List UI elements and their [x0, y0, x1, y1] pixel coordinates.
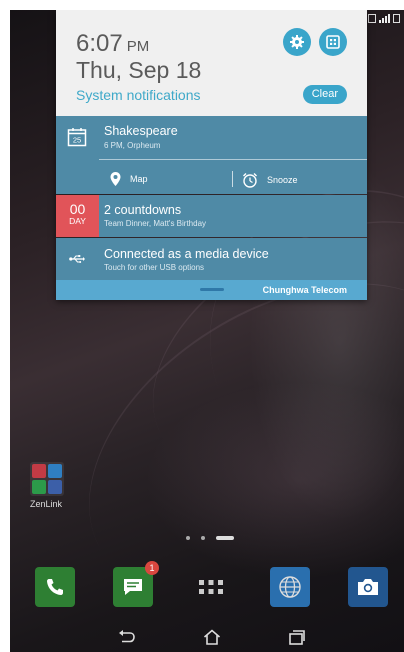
settings-button[interactable]	[283, 28, 311, 56]
recent-apps-button[interactable]	[282, 626, 312, 648]
navigation-bar	[10, 622, 404, 652]
page-dot[interactable]	[186, 536, 190, 540]
notification-title: Shakespeare	[104, 124, 178, 138]
status-bar	[368, 12, 400, 24]
gear-icon	[290, 35, 304, 49]
home-button[interactable]	[197, 626, 227, 648]
back-button[interactable]	[112, 626, 142, 648]
snooze-action-button[interactable]: Snooze	[242, 172, 298, 188]
messages-app[interactable]: 1	[113, 561, 159, 607]
unread-badge: 1	[145, 561, 159, 575]
notification-shade: 6:07PM Thu, Sep 18 System notifications	[56, 10, 367, 300]
zenlink-folder[interactable]: ZenLink	[30, 462, 68, 509]
calendar-day: 25	[73, 136, 81, 145]
folder-icon	[30, 462, 64, 496]
action-separator	[232, 171, 233, 187]
clear-button[interactable]: Clear	[302, 85, 347, 104]
camera-icon	[358, 579, 378, 595]
phone-app[interactable]	[35, 567, 75, 607]
usb-icon	[56, 238, 98, 280]
notification-subtitle: 6 PM, Orpheum	[104, 141, 161, 150]
page-dot-active[interactable]	[216, 536, 234, 540]
countdown-number: 00	[69, 201, 86, 217]
shade-footer: Chunghwa Telecom	[56, 280, 367, 300]
message-icon	[124, 579, 142, 595]
signal-icon	[379, 13, 390, 23]
phone-icon	[47, 579, 63, 595]
globe-icon	[279, 576, 301, 598]
notification-subtitle: Touch for other USB options	[104, 263, 205, 272]
time-ampm: PM	[126, 38, 150, 55]
notification-countdown[interactable]: 00 DAY 2 countdowns Team Dinner, Matt's …	[56, 195, 367, 237]
countdown-badge: 00 DAY	[56, 195, 99, 237]
notification-box-icon	[368, 13, 376, 23]
notification-title: 2 countdowns	[104, 203, 182, 217]
notification-title: Connected as a media device	[104, 247, 269, 261]
battery-icon	[393, 13, 400, 23]
shade-header: 6:07PM Thu, Sep 18 System notifications	[56, 10, 367, 116]
notification-subtitle: Team Dinner, Matt's Birthday	[104, 219, 207, 228]
drag-handle[interactable]	[200, 288, 224, 291]
alarm-clock-icon	[243, 173, 257, 188]
clock-date: Thu, Sep 18	[76, 57, 202, 83]
quick-settings-button[interactable]	[319, 28, 347, 56]
notification-usb[interactable]: Connected as a media device Touch for ot…	[56, 238, 367, 280]
apps-grid-icon	[199, 580, 223, 594]
map-action-button[interactable]: Map	[110, 172, 148, 186]
location-pin-icon	[110, 172, 121, 186]
all-apps-button[interactable]	[191, 567, 231, 607]
countdown-unit: DAY	[69, 216, 86, 226]
back-icon	[119, 630, 135, 643]
system-notifications-link[interactable]: System notifications	[76, 87, 201, 103]
clock-time: 6:07 PM	[76, 30, 149, 58]
folder-label: ZenLink	[30, 499, 63, 509]
calendar-icon: 25	[56, 116, 98, 158]
page-indicator	[186, 536, 234, 540]
home-screen: 6:07PM Thu, Sep 18 System notifications	[10, 10, 404, 652]
page-dot[interactable]	[201, 536, 205, 540]
carrier-name: Chunghwa Telecom	[262, 285, 347, 295]
map-action-label: Map	[130, 174, 148, 184]
camera-app[interactable]	[348, 567, 388, 607]
notification-calendar[interactable]: 25 Shakespeare 6 PM, Orpheum Map Snooze	[56, 116, 367, 194]
browser-app[interactable]	[270, 567, 310, 607]
time-value: 6:07	[76, 30, 123, 57]
grid-icon	[326, 35, 340, 49]
divider	[99, 159, 367, 160]
home-icon	[203, 629, 221, 645]
recent-apps-icon	[289, 630, 305, 645]
snooze-action-label: Snooze	[267, 175, 298, 185]
